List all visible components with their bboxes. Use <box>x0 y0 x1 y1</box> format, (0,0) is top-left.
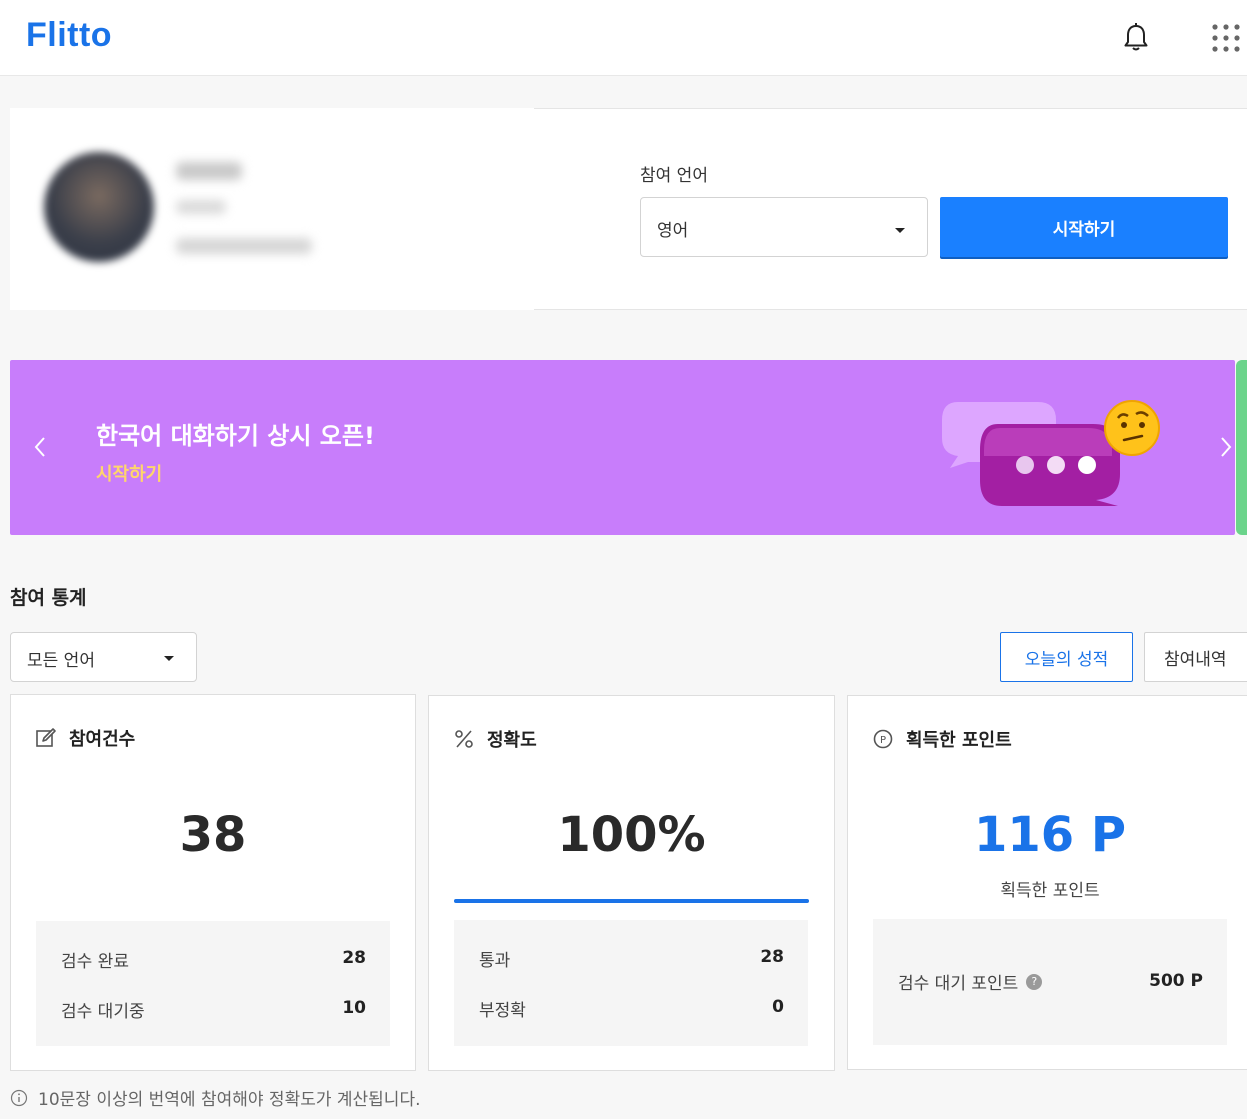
chat-bubbles-illustration <box>942 400 1160 506</box>
accuracy-progress-track <box>454 899 809 903</box>
language-label: 참여 언어 <box>640 166 708 186</box>
language-select-value: 영어 <box>657 221 689 241</box>
language-panel: 참여 언어 영어 시작하기 <box>534 108 1247 310</box>
accuracy-progress-fill <box>454 899 809 903</box>
pending-points-value: 500 P <box>1149 971 1203 991</box>
accuracy-card: 정확도 100% 통과 28 부정확 0 <box>428 695 835 1071</box>
banner-prev-icon[interactable] <box>26 430 56 464</box>
banner-next-icon[interactable] <box>1210 430 1235 464</box>
points-title: 획득한 포인트 <box>906 730 1012 751</box>
inaccurate-label: 부정확 <box>479 1001 526 1021</box>
footnote-text: 10문장 이상의 번역에 참여해야 정확도가 계산됩니다. <box>38 1090 421 1110</box>
percent-icon <box>455 730 473 748</box>
review-pending-value: 10 <box>342 998 366 1018</box>
pending-points-label: 검수 대기 포인트 ? <box>898 969 1043 994</box>
review-pending-label: 검수 대기중 <box>61 1002 145 1022</box>
flitto-logo[interactable]: Flitto <box>26 16 112 55</box>
avatar <box>44 152 154 262</box>
points-value: 116 P <box>973 807 1127 863</box>
review-complete-value: 28 <box>342 948 366 968</box>
stats-section-title: 참여 통계 <box>10 587 87 609</box>
participation-breakdown: 검수 완료 28 검수 대기중 10 <box>36 921 390 1046</box>
top-bar: Flitto <box>0 0 1247 76</box>
banner-title: 한국어 대화하기 상시 오픈! <box>96 422 375 450</box>
start-button[interactable]: 시작하기 <box>940 197 1228 257</box>
participation-title: 참여건수 <box>69 729 136 750</box>
info-icon <box>10 1089 28 1106</box>
banner-start-link[interactable]: 시작하기 <box>96 460 162 486</box>
accuracy-breakdown: 통과 28 부정확 0 <box>454 920 808 1046</box>
apps-grid-icon[interactable] <box>1208 20 1244 56</box>
points-card: P 획득한 포인트 116 P 획득한 포인트 검수 대기 포인트 ? 500 … <box>847 695 1247 1070</box>
profile-card <box>10 108 534 310</box>
profile-name-blurred <box>176 162 242 180</box>
tab-today-results[interactable]: 오늘의 성적 <box>1000 632 1133 682</box>
edit-icon <box>36 728 56 747</box>
profile-id-blurred <box>176 200 226 214</box>
participation-card-header: 참여건수 <box>35 725 135 751</box>
point-coin-icon: P <box>873 729 893 749</box>
points-caption: 획득한 포인트 <box>1000 881 1100 901</box>
participation-count: 38 <box>179 807 247 863</box>
next-banner-peek <box>1236 360 1247 535</box>
help-icon[interactable]: ? <box>1026 973 1043 990</box>
svg-text:P: P <box>880 735 886 746</box>
language-select[interactable]: 영어 <box>640 197 928 257</box>
accuracy-title: 정확도 <box>487 730 537 751</box>
pending-points-box: 검수 대기 포인트 ? 500 P <box>873 919 1227 1045</box>
promo-banner[interactable]: 한국어 대화하기 상시 오픈! 시작하기 <box>10 360 1235 535</box>
caret-down-icon <box>895 228 905 233</box>
language-filter-value: 모든 언어 <box>27 651 95 671</box>
accuracy-value: 100% <box>557 807 706 863</box>
participation-card: 참여건수 38 검수 완료 28 검수 대기중 10 <box>10 694 416 1071</box>
tab-participation-history[interactable]: 참여내역 <box>1144 632 1247 682</box>
profile-meta-blurred <box>176 238 312 254</box>
inaccurate-value: 0 <box>772 997 784 1017</box>
accuracy-card-header: 정확도 <box>453 726 537 752</box>
points-card-header: P 획득한 포인트 <box>872 726 1012 752</box>
review-complete-label: 검수 완료 <box>61 952 129 972</box>
caret-down-icon <box>164 656 174 661</box>
language-filter-select[interactable]: 모든 언어 <box>10 632 197 682</box>
pass-value: 28 <box>760 947 784 967</box>
accuracy-footnote: 10문장 이상의 번역에 참여해야 정확도가 계산됩니다. <box>10 1085 421 1110</box>
bell-icon[interactable] <box>1118 20 1154 56</box>
pending-points-label-text: 검수 대기 포인트 <box>898 974 1019 994</box>
pass-label: 통과 <box>479 951 511 971</box>
